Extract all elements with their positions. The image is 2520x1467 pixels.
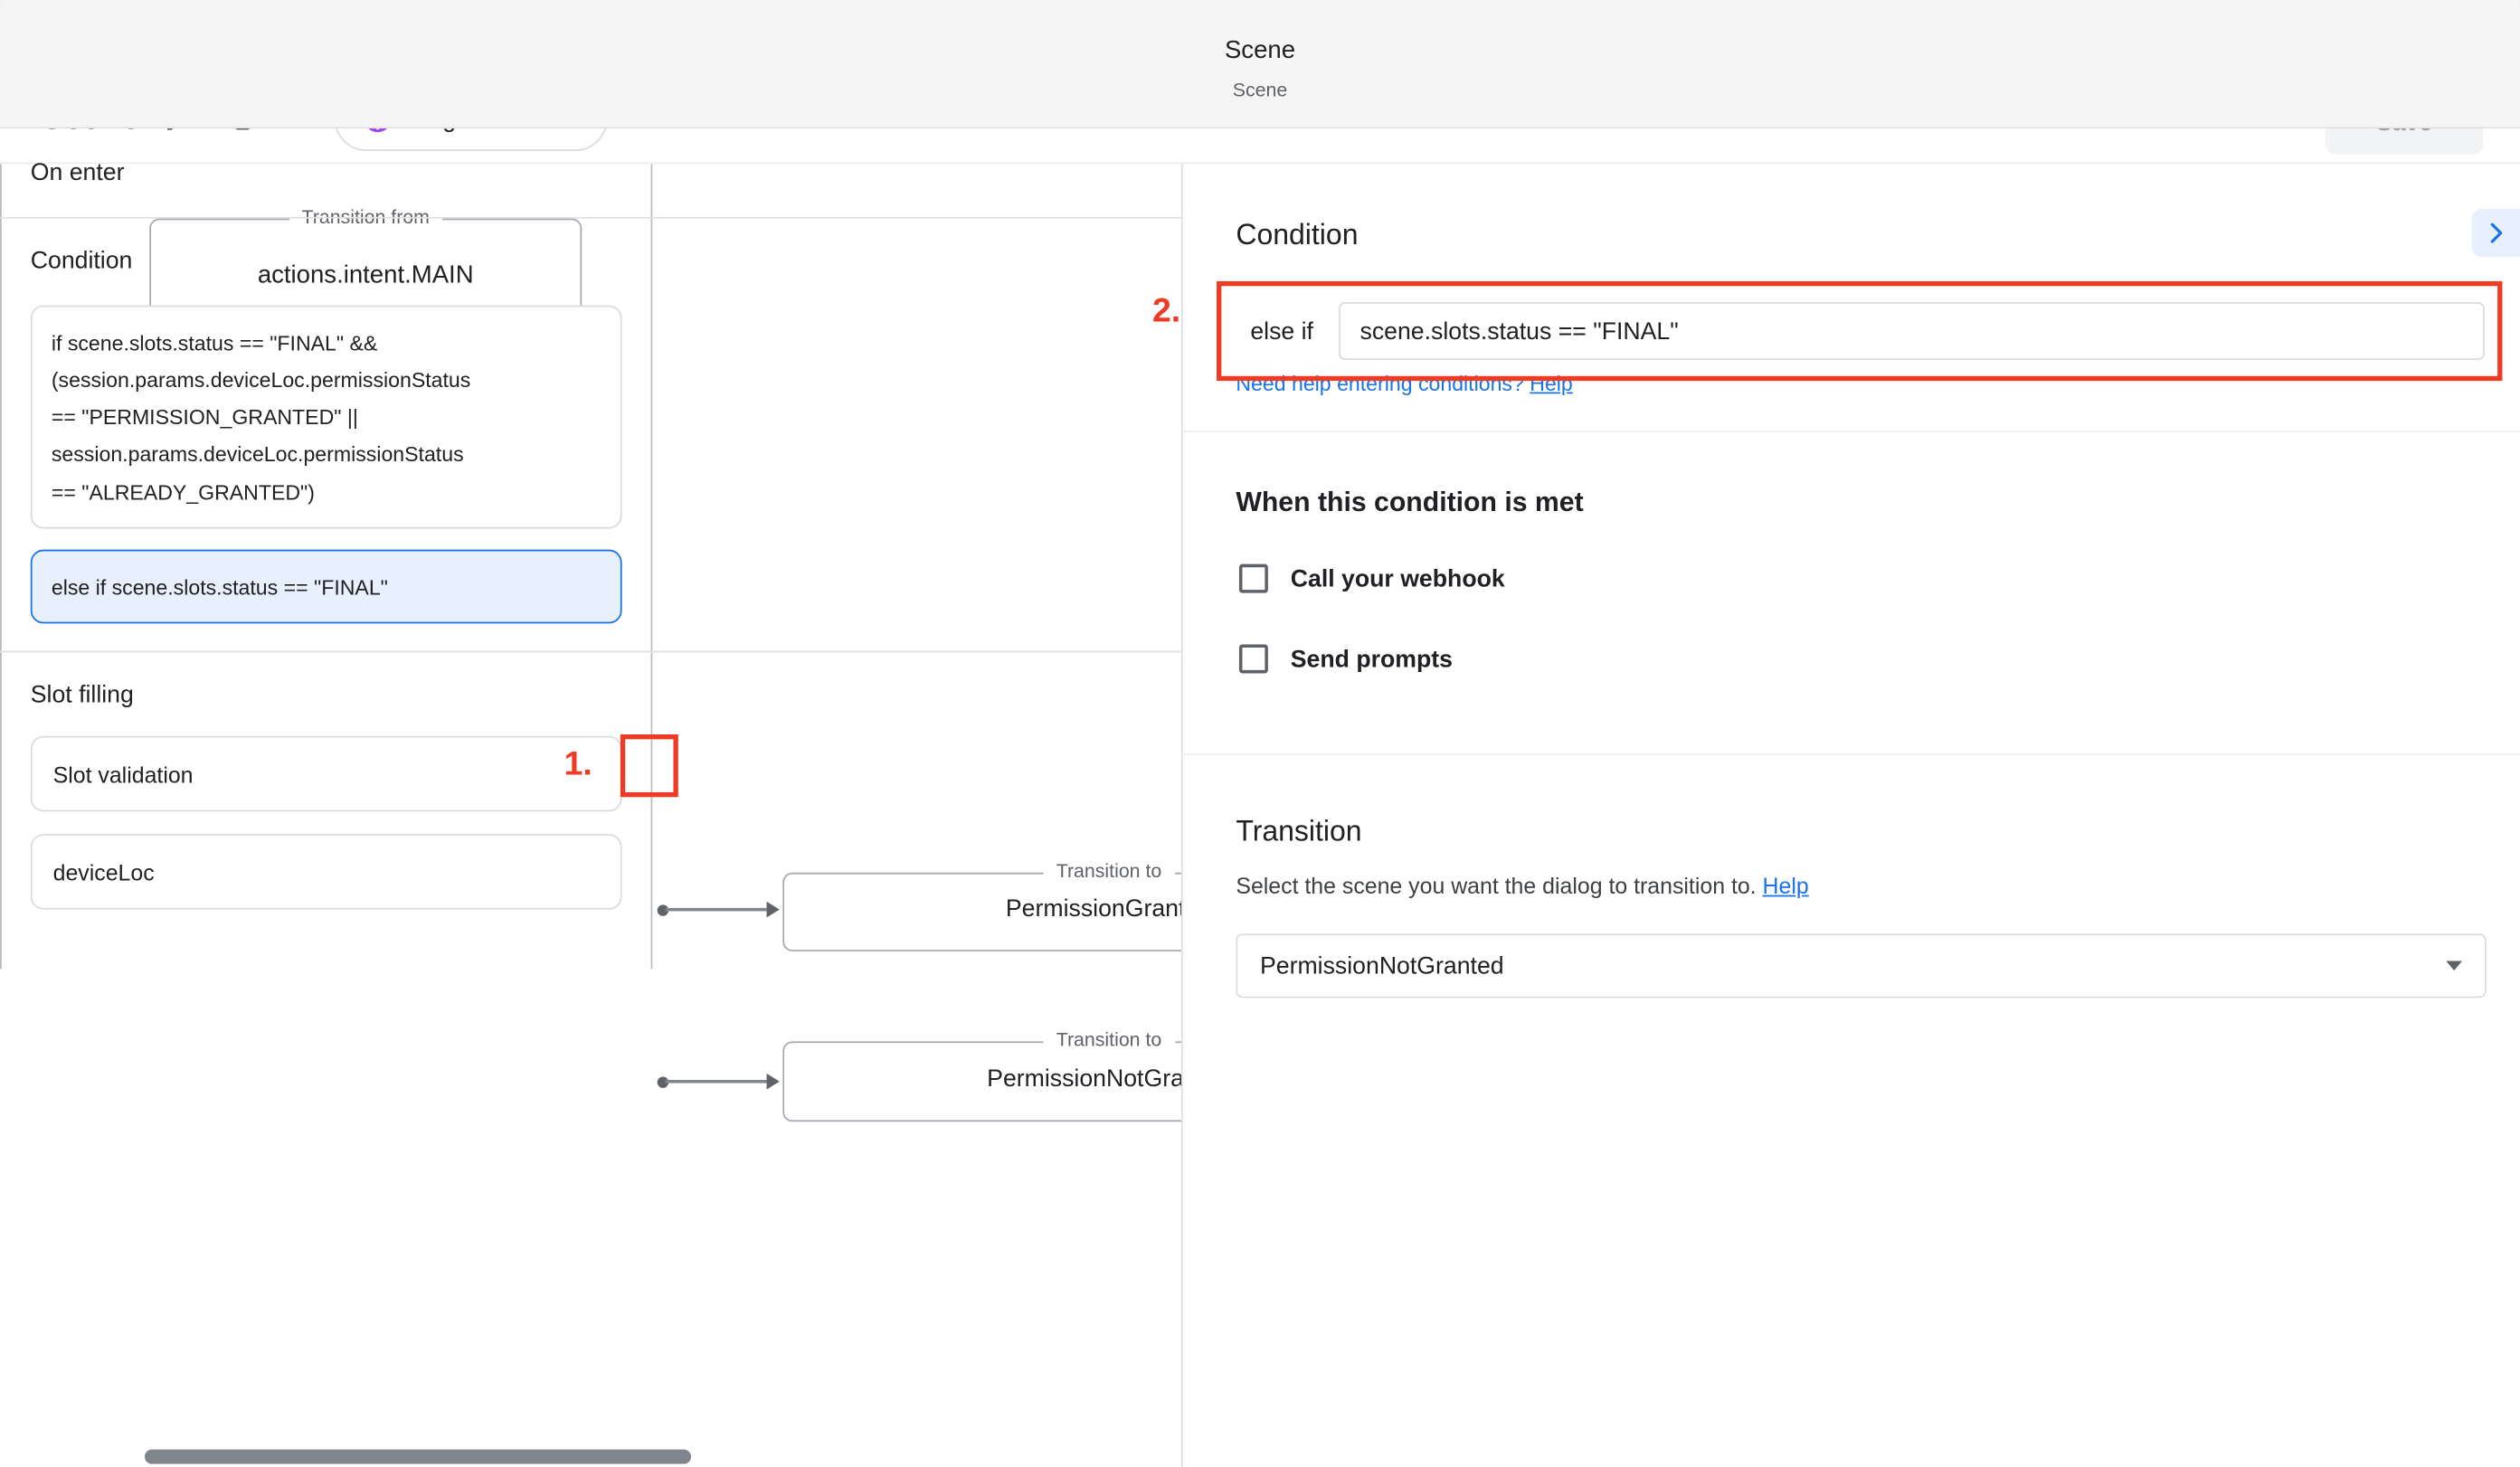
transition-line-1 (666, 908, 767, 911)
transition-help-link[interactable]: Help (1763, 873, 1809, 898)
transition-description-row: Select the scene you want the dialog to … (1236, 873, 1808, 898)
dropdown-value: PermissionNotGranted (1260, 952, 1504, 980)
transition-line-2 (666, 1081, 767, 1084)
condition-row: else if (1221, 286, 2497, 376)
condition-expression-input[interactable] (1339, 302, 2485, 360)
slot-item-validation[interactable]: Slot validation (31, 736, 622, 812)
condition-title: Condition (31, 247, 133, 274)
chevron-right-icon (2481, 219, 2510, 248)
condition-item-1[interactable]: if scene.slots.status == "FINAL" && (ses… (31, 306, 622, 529)
panel-divider-2 (1183, 753, 2520, 755)
target-granted-label: Transition to (1043, 860, 1174, 883)
slot-item-deviceloc[interactable]: deviceLoc (31, 834, 622, 910)
app-root: Scene Scene English Cancel Save Transiti… (0, 0, 2520, 1467)
annotation-step-2: 2. (1152, 292, 1180, 331)
scene-node-subtitle: Scene (0, 79, 2520, 101)
slot-filling-title: Slot filling (31, 680, 134, 707)
webhook-checkbox-label: Call your webhook (1291, 565, 1505, 592)
scene-node-header: Scene Scene (0, 0, 2520, 128)
prompts-checkbox-row: Send prompts (1239, 644, 1453, 673)
prompts-checkbox[interactable] (1239, 644, 1268, 673)
target-not-granted-label: Transition to (1043, 1028, 1174, 1051)
prompts-checkbox-label: Send prompts (1291, 645, 1453, 672)
annotation-step-1: 1. (564, 745, 592, 784)
when-met-title: When this condition is met (1236, 487, 1583, 519)
webhook-checkbox[interactable] (1239, 564, 1268, 593)
annotation-box-1 (621, 734, 678, 797)
transition-arrow-1-icon (767, 902, 780, 918)
scene-node-title: Scene (0, 37, 2520, 66)
annotation-box-2: else if (1217, 281, 2502, 381)
collapse-panel-button[interactable] (2472, 209, 2520, 257)
scene-node[interactable]: Transition to Scene Scene On enter + Con… (0, 0, 652, 969)
transition-description: Select the scene you want the dialog to … (1236, 873, 1756, 898)
condition-prefix-label: else if (1250, 317, 1313, 345)
dropdown-caret-icon (2446, 961, 2462, 971)
condition-item-2[interactable]: else if scene.slots.status == "FINAL" (31, 550, 622, 624)
panel-divider-1 (1183, 431, 2520, 432)
transition-title: Transition (1236, 815, 1361, 848)
transition-arrow-2-icon (767, 1074, 780, 1090)
on-enter-title: On enter (31, 159, 125, 186)
horizontal-scrollbar[interactable] (145, 1450, 691, 1464)
webhook-checkbox-row: Call your webhook (1239, 564, 1505, 593)
scene-select-dropdown[interactable]: PermissionNotGranted (1236, 933, 2486, 998)
panel-title: Condition (1236, 219, 1358, 252)
